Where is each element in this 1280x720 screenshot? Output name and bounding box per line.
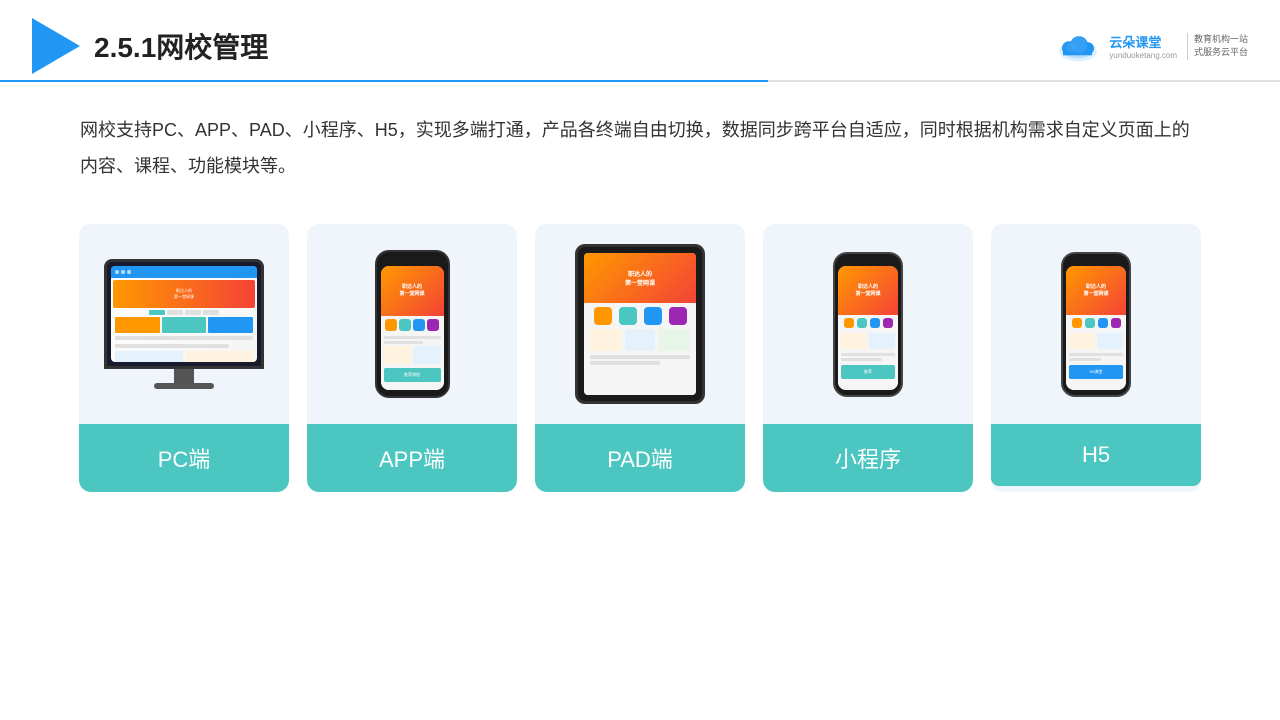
card-h5-label: H5 <box>991 424 1201 486</box>
header-left: 2.5.1网校管理 <box>32 18 268 74</box>
card-h5: 职达人的第一堂网课 <box>991 224 1201 492</box>
header: 2.5.1网校管理 云朵课堂 yunduoketang.com 教育机构一站 式… <box>0 0 1280 74</box>
card-pad-label: PAD端 <box>535 424 745 492</box>
card-miniprogram: 职达人的第一堂网课 <box>763 224 973 492</box>
card-pc: 职达人的第一堂网课 <box>79 224 289 492</box>
brand-cn-text: 云朵课堂 <box>1109 32 1177 51</box>
phone-miniprogram-icon: 职达人的第一堂网课 <box>833 252 903 397</box>
header-divider <box>0 80 1280 82</box>
page-title: 2.5.1网校管理 <box>94 26 268 66</box>
card-h5-image: 职达人的第一堂网课 <box>991 224 1201 424</box>
brand-texts: 云朵课堂 yunduoketang.com <box>1109 32 1177 60</box>
pad-icon: 职达人的第一堂网课 <box>575 244 705 404</box>
brand-logo: 云朵课堂 yunduoketang.com 教育机构一站 式服务云平台 <box>1053 29 1248 64</box>
card-app: 职达人的第一堂网课 <box>307 224 517 492</box>
pc-monitor-icon: 职达人的第一堂网课 <box>104 259 264 389</box>
brand-en-text: yunduoketang.com <box>1109 51 1177 60</box>
logo-icon <box>32 18 80 74</box>
cards-container: 职达人的第一堂网课 <box>0 184 1280 492</box>
card-pc-image: 职达人的第一堂网课 <box>79 224 289 424</box>
card-app-label: APP端 <box>307 424 517 492</box>
phone-app-icon: 职达人的第一堂网课 <box>375 250 450 398</box>
phone-h5-icon: 职达人的第一堂网课 <box>1061 252 1131 397</box>
card-miniprogram-image: 职达人的第一堂网课 <box>763 224 973 424</box>
card-pc-label: PC端 <box>79 424 289 492</box>
description-text: 网校支持PC、APP、PAD、小程序、H5，实现多端打通，产品各终端自由切换，数… <box>0 74 1280 184</box>
card-pad-image: 职达人的第一堂网课 <box>535 224 745 424</box>
brand-slogan: 教育机构一站 式服务云平台 <box>1187 33 1248 60</box>
card-app-image: 职达人的第一堂网课 <box>307 224 517 424</box>
card-miniprogram-label: 小程序 <box>763 424 973 492</box>
card-pad: 职达人的第一堂网课 <box>535 224 745 492</box>
cloud-icon <box>1053 29 1103 64</box>
